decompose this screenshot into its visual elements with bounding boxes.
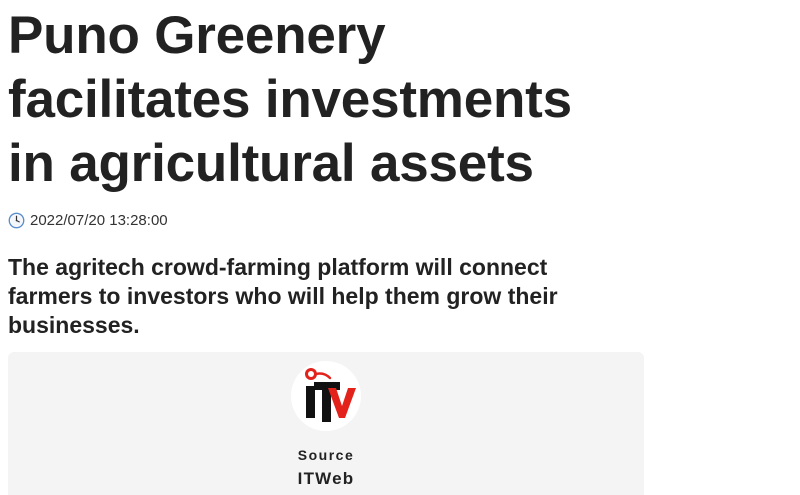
- article-headline: Puno Greenery facilitates investments in…: [8, 6, 572, 193]
- publish-timestamp: 2022/07/20 13:28:00: [30, 211, 168, 229]
- article: Puno Greenery facilitates investments in…: [0, 0, 800, 495]
- article-meta: 2022/07/20 13:28:00: [8, 210, 168, 230]
- article-standfirst: The agritech crowd-farming platform will…: [8, 254, 558, 338]
- itweb-logo[interactable]: [290, 360, 362, 432]
- clock-icon: [8, 212, 25, 228]
- source-label: Source: [297, 447, 355, 463]
- source-name[interactable]: ITWeb: [8, 469, 644, 489]
- source-box: Source ITWeb: [8, 352, 644, 495]
